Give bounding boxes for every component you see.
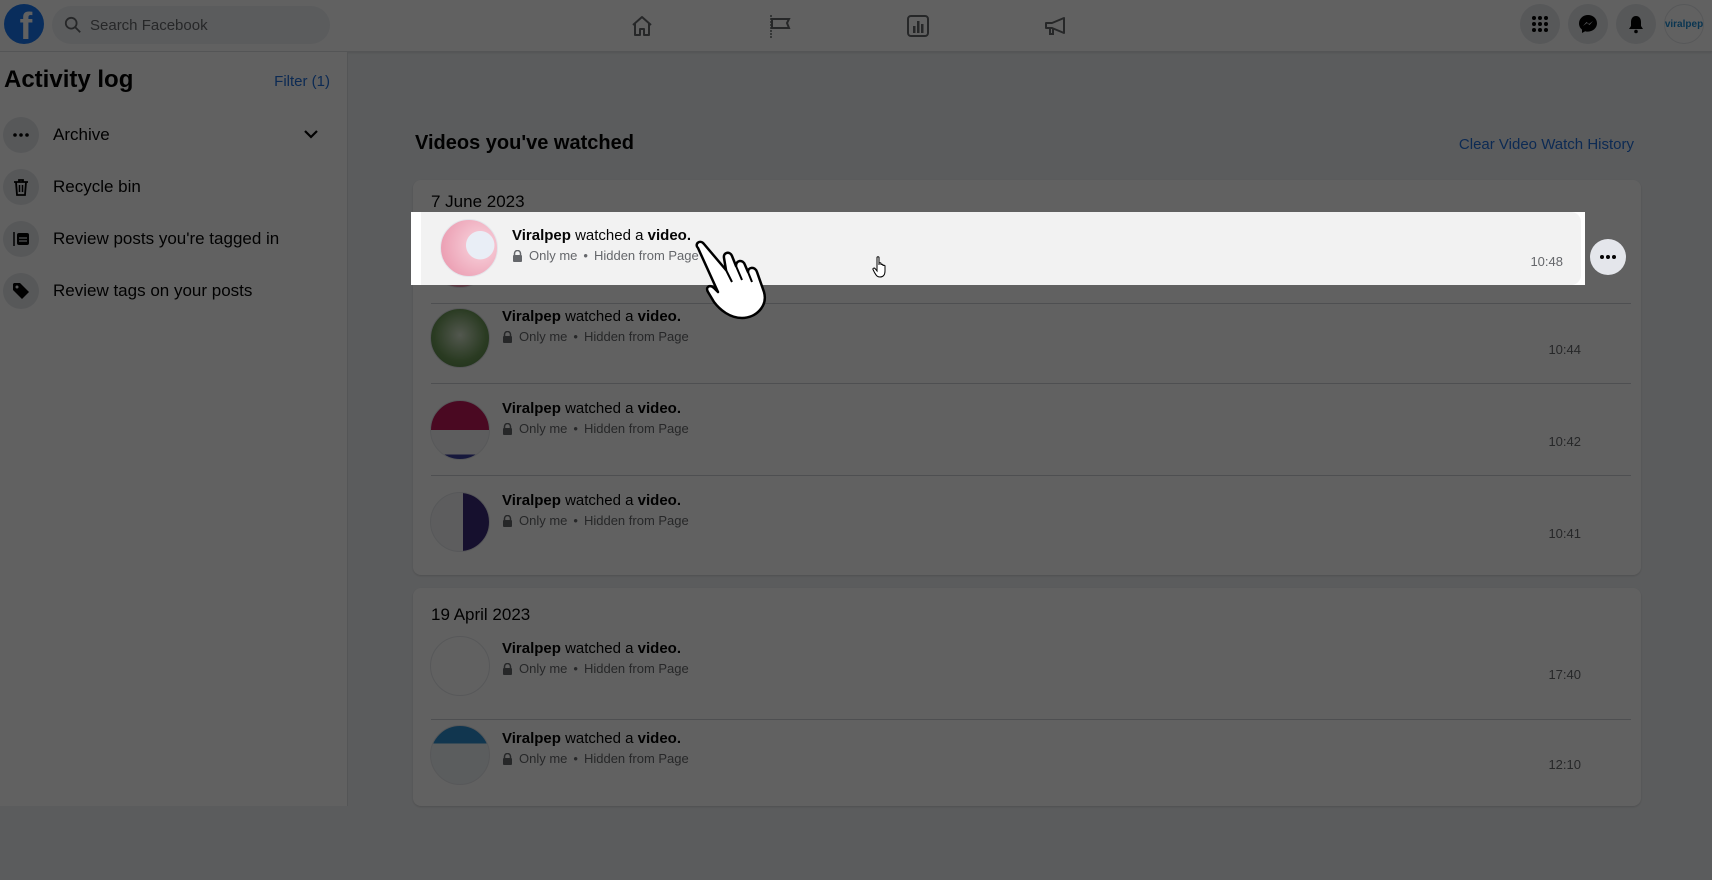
lock-icon	[503, 514, 512, 527]
group-date: 19 April 2023	[431, 605, 531, 624]
clear-watch-history-link[interactable]: Clear Video Watch History	[1459, 136, 1634, 153]
timestamp: 10:44	[1548, 342, 1581, 357]
home-icon	[632, 16, 652, 36]
bell-icon	[1629, 16, 1643, 34]
nav-ads-button[interactable]	[1028, 6, 1084, 46]
page-title: Videos you've watched	[415, 132, 634, 154]
nav-pages-button[interactable]	[752, 6, 808, 46]
pointing-hand-icon	[695, 240, 767, 320]
facebook-logo[interactable]: f	[4, 4, 44, 44]
hand-cursor-icon	[872, 256, 886, 278]
lock-icon	[503, 752, 512, 765]
nav-insights-button[interactable]	[890, 6, 946, 46]
video-thumbnail	[430, 492, 490, 552]
more-dots-icon	[13, 133, 29, 137]
profile-avatar[interactable]: viralpep	[1664, 4, 1704, 44]
menu-grid-icon	[1532, 16, 1548, 32]
timestamp: 10:48	[1530, 254, 1563, 269]
timestamp: 10:41	[1548, 526, 1581, 541]
activity-row[interactable]: Viralpep watched a video. Only me•Hidden…	[413, 630, 1641, 720]
top-navigation-bar: f viralpep	[0, 0, 1712, 52]
menu-button[interactable]	[1520, 4, 1560, 44]
lock-icon	[503, 422, 512, 435]
search-input[interactable]	[90, 16, 310, 34]
search-icon	[64, 16, 81, 33]
lock-icon	[503, 330, 512, 343]
video-thumbnail	[430, 725, 490, 785]
date-group-card: 19 April 2023 Viralpep watched a video. …	[413, 588, 1641, 806]
highlighted-activity-row[interactable]: Viralpep watched a video. Only me • Hidden…	[411, 212, 1585, 285]
filter-link[interactable]: Filter (1)	[274, 73, 330, 90]
messenger-icon	[1579, 15, 1597, 33]
sidebar-item-label: Recycle bin	[53, 177, 141, 196]
tag-icon	[13, 283, 29, 299]
notifications-button[interactable]	[1616, 4, 1656, 44]
flag-icon	[770, 15, 791, 38]
more-dots-icon	[1600, 255, 1616, 259]
megaphone-icon	[1045, 17, 1065, 35]
sidebar-item-review-tags[interactable]: Review tags on your posts	[0, 267, 340, 315]
sidebar-item-recycle-bin[interactable]: Recycle bin	[0, 163, 340, 211]
trash-icon	[14, 179, 28, 196]
video-thumbnail	[440, 219, 498, 277]
group-date: 7 June 2023	[431, 192, 525, 211]
nav-home-button[interactable]	[614, 6, 670, 46]
insights-icon	[907, 15, 929, 37]
activity-row[interactable]: Viralpep watched a video. Only me•Hidden…	[413, 384, 1641, 476]
sidebar-item-label: Review posts you're tagged in	[53, 229, 280, 248]
row-options-button[interactable]	[1590, 239, 1626, 275]
activity-row[interactable]: Viralpep watched a video. Only me•Hidden…	[413, 292, 1641, 384]
activity-row[interactable]: Viralpep watched a video. Only me•Hidden…	[413, 720, 1641, 806]
activity-row[interactable]: Viralpep watched a video. Only me•Hidden…	[413, 476, 1641, 568]
sidebar: Activity log Filter (1) Archive Recycle …	[0, 52, 348, 806]
chevron-down-icon[interactable]	[302, 125, 320, 143]
video-thumbnail	[430, 400, 490, 460]
messenger-button[interactable]	[1568, 4, 1608, 44]
tagged-posts-icon	[13, 232, 29, 246]
sidebar-item-label: Archive	[53, 125, 110, 144]
search-box[interactable]	[52, 6, 330, 44]
sidebar-item-label: Review tags on your posts	[53, 281, 253, 300]
lock-icon	[503, 662, 512, 675]
timestamp: 10:42	[1548, 434, 1581, 449]
sidebar-item-review-tagged-posts[interactable]: Review posts you're tagged in	[0, 215, 340, 263]
timestamp: 12:10	[1548, 757, 1581, 772]
right-actions: viralpep	[1520, 4, 1704, 44]
sidebar-item-archive[interactable]: Archive	[0, 111, 340, 159]
timestamp: 17:40	[1548, 667, 1581, 682]
video-thumbnail	[430, 308, 490, 368]
lock-icon	[513, 249, 522, 262]
video-thumbnail	[430, 636, 490, 696]
